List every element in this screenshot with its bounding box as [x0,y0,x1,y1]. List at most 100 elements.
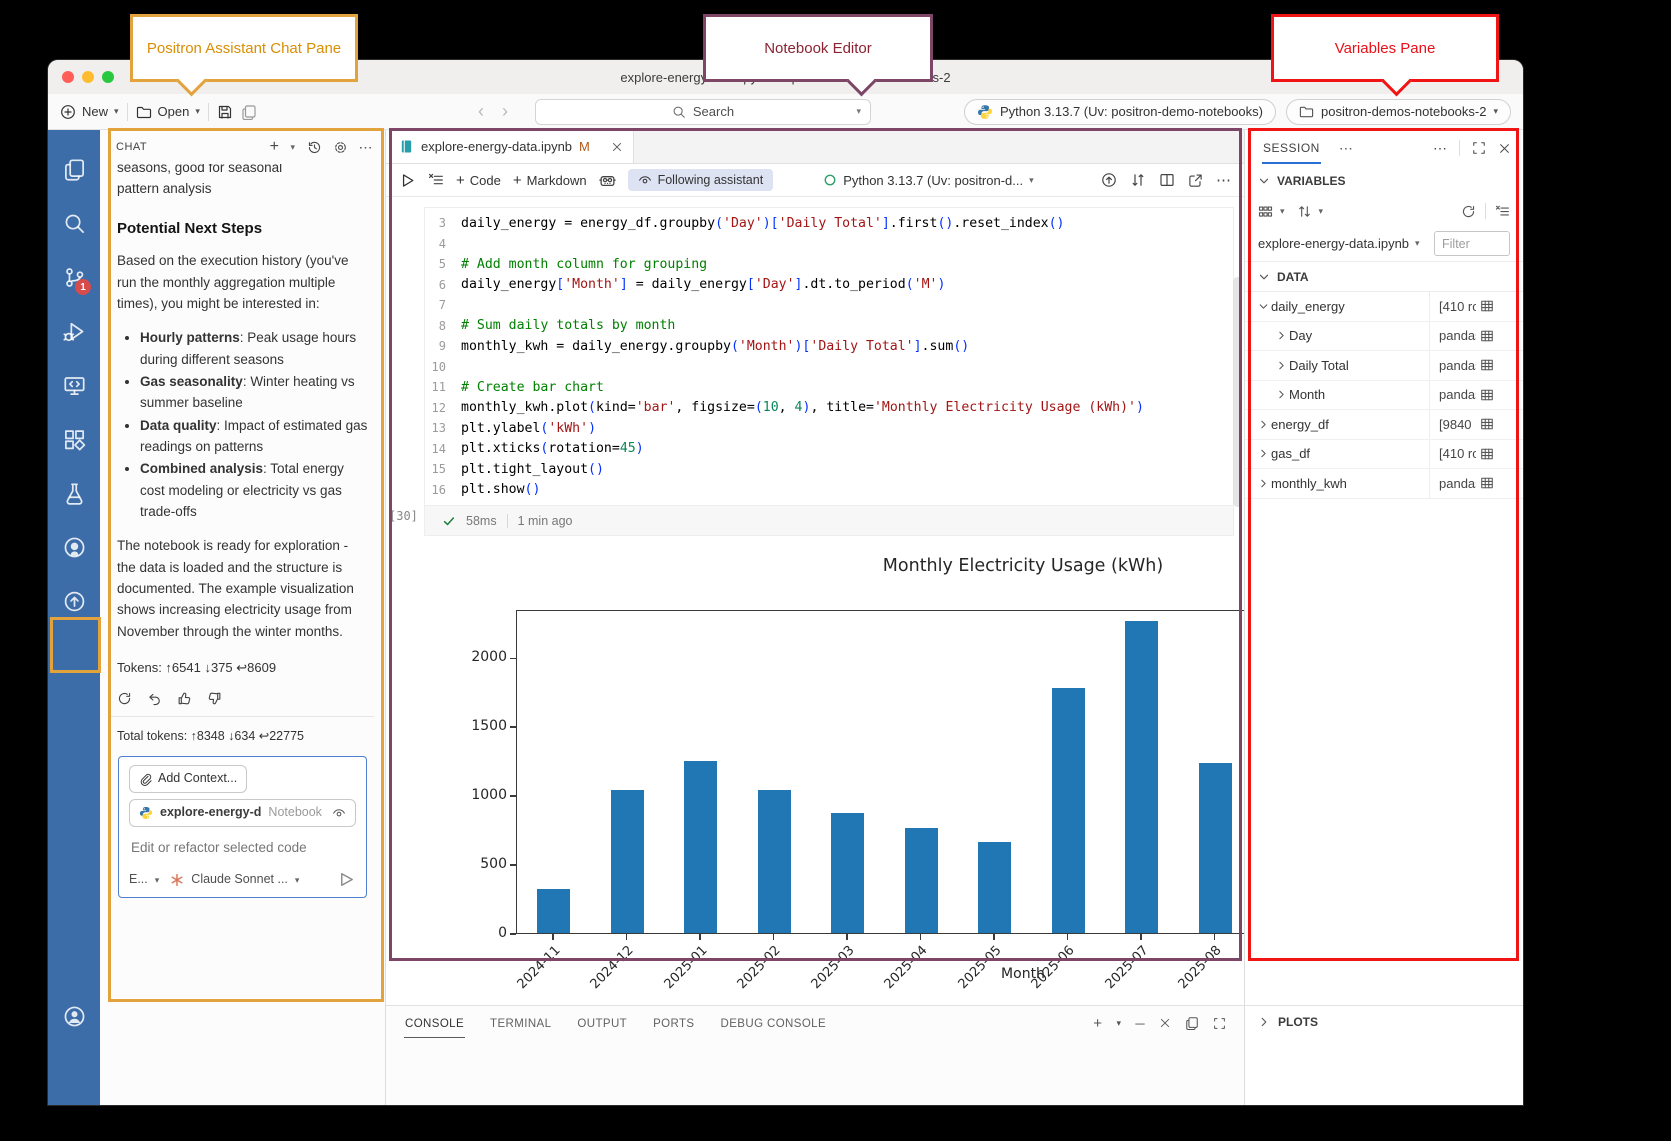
new-button[interactable]: New ▾ [60,104,119,120]
activity-source-control-icon[interactable]: 1 [48,250,100,304]
code-line[interactable]: 9monthly_kwh = daily_energy.groupby('Mon… [425,336,1233,357]
close-tab-icon[interactable] [611,141,623,153]
eye-icon[interactable] [332,806,346,820]
variable-row-monthly_kwh[interactable]: monthly_kwhpandas... [1245,469,1523,499]
code-line[interactable]: 7 [425,295,1233,316]
panel-tab-debug-console[interactable]: DEBUG CONSOLE [720,1009,828,1038]
activity-run-debug-icon[interactable] [48,304,100,358]
variable-row-daily_energy[interactable]: daily_energy[410 ro... [1245,292,1523,322]
save-all-button[interactable] [241,104,257,120]
activity-publish-icon[interactable] [48,574,100,628]
activity-github-icon[interactable] [48,520,100,574]
more-actions-icon[interactable]: ⋯ [1216,171,1231,189]
code-cell[interactable]: 3daily_energy = energy_df.groupby('Day')… [424,207,1234,506]
open-external-icon[interactable] [1188,173,1203,188]
data-group-header[interactable]: DATA [1245,262,1523,292]
open-data-viewer-icon[interactable] [1480,447,1517,461]
back-icon[interactable]: ‹ [478,101,484,122]
add-markdown-button[interactable]: + Markdown [513,172,587,189]
chevron-right-icon[interactable] [1273,360,1289,371]
minimize-window-button[interactable] [82,71,94,83]
search-input[interactable]: Search ▾ [535,99,871,125]
code-line[interactable]: 15plt.tight_layout() [425,459,1233,480]
new-chat-button[interactable]: + [270,138,280,156]
chevron-right-icon[interactable] [1255,419,1271,430]
code-line[interactable]: 14plt.xticks(rotation=45) [425,439,1233,460]
zoom-window-button[interactable] [102,71,114,83]
close-panel-icon[interactable] [1159,1017,1171,1029]
notebook-cells[interactable]: [30] 3daily_energy = energy_df.groupby('… [386,197,1244,1005]
run-all-button[interactable] [399,172,416,189]
activity-explorer-icon[interactable] [48,142,100,196]
following-assistant-toggle[interactable]: Following assistant [628,169,774,191]
open-data-viewer-icon[interactable] [1480,476,1517,490]
variable-row-month[interactable]: Monthpandas... [1245,381,1523,411]
add-code-button[interactable]: + Code [456,172,501,189]
restore-panel-icon[interactable] [1185,1016,1199,1030]
notebook-scrollbar[interactable] [1233,277,1242,507]
activity-settings-gear-icon[interactable] [48,1043,100,1097]
code-line[interactable]: 6daily_energy['Month'] = daily_energy['D… [425,275,1233,296]
code-line[interactable]: 11# Create bar chart [425,377,1233,398]
restart-icon[interactable]: ─ [1135,1016,1145,1031]
mode-selector[interactable]: E... [129,870,148,890]
session-tab[interactable]: SESSION [1262,132,1321,164]
code-line[interactable]: 16plt.show() [425,480,1233,501]
send-icon[interactable] [337,870,356,889]
activity-search-icon[interactable] [48,196,100,250]
close-pane-icon[interactable] [1498,142,1511,155]
expand-pane-icon[interactable] [1472,141,1486,155]
activity-assistant-icon[interactable] [48,628,100,682]
regenerate-icon[interactable] [117,691,132,706]
activity-testing-icon[interactable] [48,466,100,520]
chevron-right-icon[interactable] [1255,478,1271,489]
undo-icon[interactable] [147,691,162,706]
variable-row-daily-total[interactable]: Daily Totalpandas... [1245,351,1523,381]
activity-remote-explorer-icon[interactable] [48,358,100,412]
filter-input[interactable] [1434,231,1510,256]
open-button[interactable]: Open ▾ [136,104,200,120]
chat-history-icon[interactable] [307,140,322,155]
thumbs-up-icon[interactable] [177,691,192,706]
session-more-icon[interactable]: ⋯ [1339,140,1353,157]
variables-section-header[interactable]: VARIABLES [1245,166,1523,196]
split-editor-icon[interactable] [1159,172,1175,188]
context-file-chip[interactable]: explore-energy-d Notebook [129,799,356,827]
kernel-selector[interactable]: Python 3.13.7 (Uv: positron-d... ▾ [823,173,1033,188]
new-terminal-icon[interactable]: + [1093,1015,1102,1032]
code-line[interactable]: 4 [425,234,1233,255]
variable-row-day[interactable]: Daypandas... [1245,322,1523,352]
clear-outputs-button[interactable] [428,172,444,188]
tab-explore-energy-data[interactable]: explore-energy-data.ipynb M [386,130,634,163]
refresh-icon[interactable] [1461,204,1476,219]
chat-input-box[interactable]: Add Context... explore-energy-d Notebook… [118,756,367,898]
open-data-viewer-icon[interactable] [1480,388,1517,402]
interpreter-selector[interactable]: Python 3.13.7 (Uv: positron-demo-noteboo… [964,99,1276,125]
source-selector[interactable]: explore-energy-data.ipynb [1258,236,1409,251]
chevron-down-icon[interactable] [1255,301,1271,312]
open-data-viewer-icon[interactable] [1480,299,1517,313]
maximize-panel-icon[interactable] [1213,1017,1226,1030]
chevron-right-icon[interactable] [1273,330,1289,341]
compare-icon[interactable] [1130,172,1146,188]
open-data-viewer-icon[interactable] [1480,329,1517,343]
chat-input-placeholder[interactable]: Edit or refactor selected code [131,837,354,858]
chat-message-area[interactable]: seasons, good for seasonal pattern analy… [100,164,385,1105]
chat-more-icon[interactable]: ⋯ [359,139,374,156]
save-button[interactable] [217,104,233,120]
close-window-button[interactable] [62,71,74,83]
clear-variables-icon[interactable] [1495,204,1510,219]
code-line[interactable]: 12monthly_kwh.plot(kind='bar', figsize=(… [425,398,1233,419]
code-line[interactable]: 10 [425,357,1233,378]
workspace-selector[interactable]: positron-demos-notebooks-2 ▾ [1286,99,1511,125]
chat-settings-gear-icon[interactable] [333,140,348,155]
chevron-right-icon[interactable] [1273,389,1289,400]
chevron-right-icon[interactable] [1255,448,1271,459]
model-selector[interactable]: Claude Sonnet ... [191,870,288,890]
activity-account-icon[interactable] [48,989,100,1043]
chevron-down-icon[interactable]: ▾ [1116,1018,1121,1029]
pane-more-icon[interactable]: ⋯ [1433,140,1447,157]
code-line[interactable]: 13plt.ylabel('kWh') [425,418,1233,439]
publish-icon[interactable] [1101,172,1117,188]
panel-tab-terminal[interactable]: TERMINAL [489,1009,552,1038]
